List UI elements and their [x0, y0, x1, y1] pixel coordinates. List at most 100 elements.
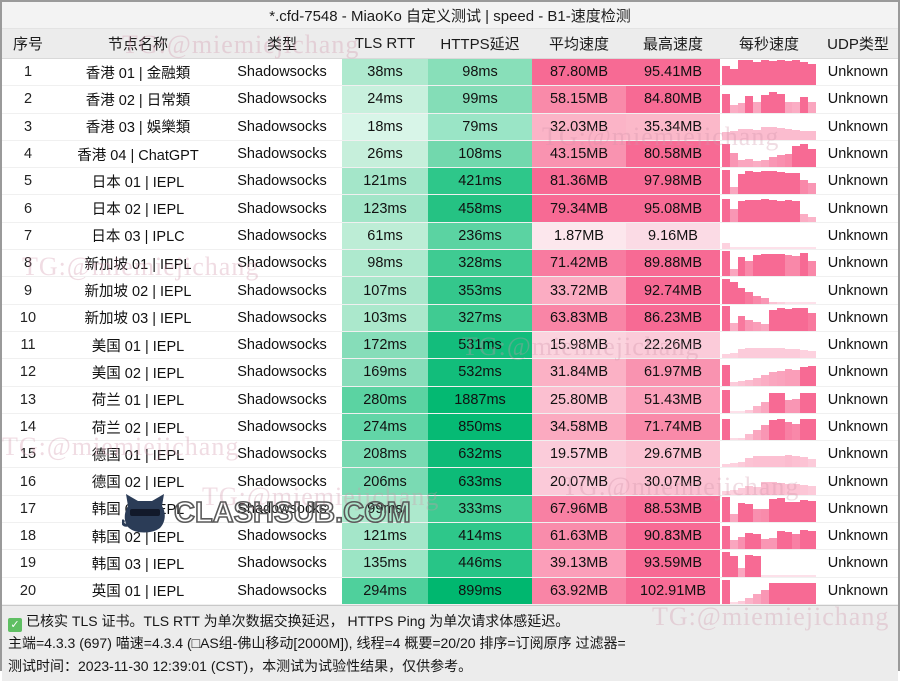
cell-max-speed: 92.74MB	[626, 276, 720, 305]
sparkline-bar	[808, 301, 816, 304]
sparkline-bar	[784, 301, 793, 304]
column-header-https-latency[interactable]: HTTPS延迟	[428, 29, 532, 59]
sparkline-bar	[776, 154, 785, 167]
table-row[interactable]: 19 韩国 03 | IEPL Shadowsocks 135ms 446ms 39.13…	[2, 549, 898, 578]
cell-max-speed: 71.74MB	[626, 413, 720, 442]
table-row[interactable]: 1 香港 01 | 金融類 Shadowsocks 38ms 98ms 87.80MB 95…	[2, 58, 898, 87]
sparkline-bar	[768, 574, 777, 577]
sparkline-bar	[722, 243, 730, 249]
cell-https-latency: 99ms	[428, 85, 532, 114]
cell-avg-speed: 63.83MB	[532, 304, 626, 332]
table-row[interactable]: 8 新加坡 01 | IEPL Shadowsocks 98ms 328ms 71.42M…	[2, 249, 898, 278]
column-header-udp-type[interactable]: UDP类型	[818, 29, 898, 59]
sparkline-bar	[729, 208, 738, 222]
sparkline-bar	[753, 295, 762, 304]
column-header-node[interactable]: 节点名称	[54, 29, 222, 59]
cell-https-latency: 1887ms	[428, 386, 532, 414]
cell-index: 5	[2, 167, 54, 196]
sparkline	[722, 331, 816, 358]
sparkline-bar	[776, 94, 785, 113]
sparkline-bar	[768, 92, 777, 113]
sparkline-bar	[800, 392, 809, 413]
column-header-tls-rtt[interactable]: TLS RTT	[342, 29, 428, 59]
sparkline-bar	[753, 255, 762, 276]
table-row[interactable]: 5 日本 01 | IEPL Shadowsocks 121ms 421ms 81.36M…	[2, 167, 898, 196]
sparkline-bar	[808, 148, 816, 167]
sparkline-bar	[792, 349, 801, 358]
table-row[interactable]: 20 英国 01 | IEPL Shadowsocks 294ms 899ms 63.92…	[2, 577, 898, 605]
sparkline-bar	[784, 172, 793, 194]
column-header-type[interactable]: 类型	[222, 29, 342, 59]
column-header-max-speed[interactable]: 最高速度	[626, 29, 720, 59]
sparkline-bar	[792, 502, 801, 522]
sparkline-bar	[808, 583, 816, 604]
cell-type: Shadowsocks	[222, 194, 342, 223]
sparkline-bar	[753, 348, 762, 358]
cell-per-second-speed-sparkline	[720, 304, 818, 332]
table-row[interactable]: 6 日本 02 | IEPL Shadowsocks 123ms 458ms 79.34M…	[2, 194, 898, 223]
table-row[interactable]: 14 荷兰 02 | IEPL Shadowsocks 274ms 850ms 34.58…	[2, 413, 898, 442]
cell-node-name: 德国 01 | IEPL	[54, 440, 222, 469]
table-row[interactable]: 7 日本 03 | IPLC Shadowsocks 61ms 236ms 1.87MB 9…	[2, 222, 898, 251]
column-header-avg-speed[interactable]: 平均速度	[532, 29, 626, 59]
sparkline-bar	[800, 130, 809, 140]
sparkline-bar	[768, 583, 777, 604]
table-row[interactable]: 17 韩国 01 | IEPL Shadowsocks 99ms 333ms 67.96M…	[2, 495, 898, 524]
sparkline-bar	[737, 287, 746, 304]
sparkline-bar	[808, 485, 816, 495]
cell-udp-type: Unknown	[818, 58, 898, 87]
cell-index: 3	[2, 113, 54, 141]
cell-max-speed: 86.23MB	[626, 304, 720, 332]
sparkline-bar	[792, 255, 801, 276]
sparkline-bar	[768, 156, 777, 167]
table-row[interactable]: 3 香港 03 | 娛樂類 Shadowsocks 18ms 79ms 32.03MB 35…	[2, 113, 898, 141]
sparkline-bar	[800, 350, 809, 358]
table-row[interactable]: 16 德国 02 | IEPL Shadowsocks 206ms 633ms 20.07…	[2, 467, 898, 496]
table-row[interactable]: 11 美国 01 | IEPL Shadowsocks 172ms 531ms 15.98…	[2, 331, 898, 360]
sparkline-bar	[745, 320, 754, 331]
cell-per-second-speed-sparkline	[720, 167, 818, 196]
cell-index: 16	[2, 467, 54, 496]
sparkline-bar	[761, 590, 769, 604]
cell-udp-type: Unknown	[818, 440, 898, 469]
sparkline-bar	[800, 418, 809, 440]
table-row[interactable]: 10 新加坡 03 | IEPL Shadowsocks 103ms 327ms 63.8…	[2, 304, 898, 332]
cell-https-latency: 327ms	[428, 304, 532, 332]
sparkline-bar	[745, 171, 754, 194]
sparkline-bar	[737, 129, 746, 140]
cell-tls-rtt: 26ms	[342, 140, 428, 169]
table-row[interactable]: 9 新加坡 02 | IEPL Shadowsocks 107ms 353ms 33.72…	[2, 276, 898, 305]
cell-avg-speed: 15.98MB	[532, 331, 626, 360]
cell-index: 17	[2, 495, 54, 524]
table-row[interactable]: 4 香港 04 | ChatGPT Shadowsocks 26ms 108ms 43.1…	[2, 140, 898, 169]
sparkline-bar	[808, 574, 816, 577]
table-row[interactable]: 13 荷兰 01 | IEPL Shadowsocks 280ms 1887ms 25.8…	[2, 386, 898, 414]
cell-tls-rtt: 107ms	[342, 276, 428, 305]
cell-type: Shadowsocks	[222, 167, 342, 196]
sparkline-bar	[808, 183, 816, 194]
app-window: *.cfd-7548 - MiaoKo 自定义测试 | speed - B1-速…	[0, 0, 900, 681]
column-header-per-second-speed[interactable]: 每秒速度	[720, 29, 818, 59]
table-row[interactable]: 18 韩国 02 | IEPL Shadowsocks 121ms 414ms 61.63…	[2, 522, 898, 551]
sparkline-bar	[745, 96, 754, 113]
sparkline-bar	[792, 130, 801, 140]
status-footer: ✓ 已核实 TLS 证书。TLS RTT 为单次数据交换延迟， HTTPS Pin…	[2, 604, 898, 681]
sparkline-bar	[722, 496, 730, 522]
sparkline-bar	[792, 59, 801, 85]
sparkline-bar	[800, 582, 809, 604]
sparkline-bar	[729, 555, 738, 577]
sparkline-bar	[776, 531, 785, 549]
cell-tls-rtt: 121ms	[342, 167, 428, 196]
cell-udp-type: Unknown	[818, 276, 898, 305]
table-row[interactable]: 15 德国 01 | IEPL Shadowsocks 208ms 632ms 19.57…	[2, 440, 898, 469]
cell-max-speed: 51.43MB	[626, 386, 720, 414]
table-row[interactable]: 12 美国 02 | IEPL Shadowsocks 169ms 532ms 31.84…	[2, 358, 898, 387]
cell-tls-rtt: 121ms	[342, 522, 428, 551]
column-header-index[interactable]: 序号	[2, 29, 54, 59]
cell-type: Shadowsocks	[222, 440, 342, 469]
sparkline-bar	[800, 213, 809, 222]
table-row[interactable]: 2 香港 02 | 日常類 Shadowsocks 24ms 99ms 58.15MB 84…	[2, 85, 898, 114]
sparkline-bar	[753, 129, 762, 140]
cell-index: 13	[2, 386, 54, 414]
sparkline-bar	[761, 402, 769, 413]
